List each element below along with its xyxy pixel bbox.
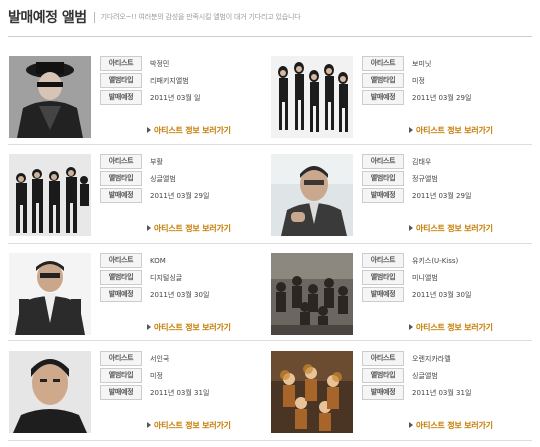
album-card: 아티스트 유키스(U-Kiss) 앨범타입 미니앨범 발매예정 2011년 03월 3… (271, 253, 533, 337)
artist-value: KOM (150, 256, 166, 265)
release-date-value: 2011년 03월 31일 (150, 388, 210, 397)
row-divider (8, 340, 532, 341)
artist-photo[interactable] (9, 351, 91, 433)
release-label: 발매예정 (100, 90, 142, 105)
album-card: 아티스트 서인국 앨범타입 미정 발매예정 2011년 03월 31일 아티스트 정보… (9, 351, 271, 435)
arrow-right-icon (409, 126, 413, 133)
artist-info-link[interactable]: 아티스트 정보 보러가기 (147, 420, 231, 431)
album-type-value: 미니앨범 (412, 273, 438, 282)
album-card: 아티스트 KOM 앨범타입 디지털싱글 발매예정 2011년 03월 30일 아티스트… (9, 253, 271, 337)
album-type-label: 앨범타입 (100, 73, 142, 88)
artist-photo[interactable] (271, 56, 353, 138)
artist-label: 아티스트 (100, 56, 142, 71)
artist-photo[interactable] (9, 253, 91, 335)
header-divider (8, 36, 532, 37)
release-label: 발매예정 (362, 385, 404, 400)
arrow-right-icon (409, 224, 413, 231)
artist-label: 아티스트 (362, 351, 404, 366)
release-date-value: 2011년 03월 29일 (412, 93, 472, 102)
album-type-value: 리패키지앨범 (150, 76, 189, 85)
album-fields: 아티스트 KOM 앨범타입 디지털싱글 발매예정 2011년 03월 30일 (100, 253, 209, 304)
artist-label: 아티스트 (362, 253, 404, 268)
arrow-right-icon (147, 323, 151, 330)
arrow-right-icon (147, 421, 151, 428)
artist-label: 아티스트 (100, 253, 142, 268)
album-type-value: 싱글앨범 (150, 174, 176, 183)
artist-info-link[interactable]: 아티스트 정보 보러가기 (409, 420, 493, 431)
album-type-value: 싱글앨범 (412, 371, 438, 380)
release-date-value: 2011년 03월 29일 (150, 191, 210, 200)
release-date-value: 2011년 03월 29일 (412, 191, 472, 200)
artist-value: 서인국 (150, 354, 170, 363)
artist-value: 박정민 (150, 59, 170, 68)
artist-info-link[interactable]: 아티스트 정보 보러가기 (409, 125, 493, 136)
artist-info-link[interactable]: 아티스트 정보 보러가기 (147, 125, 231, 136)
release-label: 발매예정 (362, 287, 404, 302)
row-divider (8, 440, 532, 441)
album-card: 아티스트 부활 앨범타입 싱글앨범 발매예정 2011년 03월 29일 아티스트 정… (9, 154, 271, 238)
album-card: 아티스트 김태우 앨범타입 정규앨범 발매예정 2011년 03월 29일 아티스트 … (271, 154, 533, 238)
album-fields: 아티스트 부활 앨범타입 싱글앨범 발매예정 2011년 03월 29일 (100, 154, 209, 205)
artist-photo[interactable] (271, 154, 353, 236)
artist-info-link[interactable]: 아티스트 정보 보러가기 (409, 322, 493, 333)
album-type-value: 정규앨범 (412, 174, 438, 183)
artist-label: 아티스트 (100, 154, 142, 169)
artist-value: 부활 (150, 157, 163, 166)
artist-photo[interactable] (271, 253, 353, 335)
album-type-label: 앨범타입 (100, 270, 142, 285)
album-card: 아티스트 오렌지카라멜 앨범타입 싱글앨범 발매예정 2011년 03월 31일 아티… (271, 351, 533, 435)
release-label: 발매예정 (362, 188, 404, 203)
arrow-right-icon (409, 323, 413, 330)
artist-photo[interactable] (9, 154, 91, 236)
arrow-right-icon (147, 126, 151, 133)
album-fields: 아티스트 보미닛 앨범타입 미정 발매예정 2011년 03월 29일 (362, 56, 471, 107)
release-label: 발매예정 (100, 287, 142, 302)
title-divider (93, 11, 95, 23)
release-date-value: 2011년 03월 31일 (412, 388, 472, 397)
release-date-value: 2011년 03월 일 (150, 93, 201, 102)
album-fields: 아티스트 오렌지카라멜 앨범타입 싱글앨범 발매예정 2011년 03월 31일 (362, 351, 471, 402)
artist-label: 아티스트 (100, 351, 142, 366)
artist-value: 오렌지카라멜 (412, 354, 451, 363)
album-type-label: 앨범타입 (362, 171, 404, 186)
arrow-right-icon (147, 224, 151, 231)
album-type-value: 디지털싱글 (150, 273, 183, 282)
artist-info-link[interactable]: 아티스트 정보 보러가기 (147, 223, 231, 234)
release-date-value: 2011년 03월 30일 (150, 290, 210, 299)
album-type-value: 미정 (150, 371, 163, 380)
section-header: 발매예정 앨범 기다려오~!! 여러분의 감성을 만족시킬 앨범이 대거 기다리… (8, 6, 301, 28)
album-type-label: 앨범타입 (362, 73, 404, 88)
release-label: 발매예정 (100, 385, 142, 400)
album-type-label: 앨범타입 (362, 368, 404, 383)
page-title: 발매예정 앨범 (8, 10, 87, 26)
row-divider (8, 144, 532, 145)
album-type-label: 앨범타입 (100, 171, 142, 186)
album-type-label: 앨범타입 (362, 270, 404, 285)
album-type-value: 미정 (412, 76, 425, 85)
page-subtitle: 기다려오~!! 여러분의 감성을 만족시킬 앨범이 대거 기다리고 있습니다 (100, 13, 301, 21)
artist-info-link[interactable]: 아티스트 정보 보러가기 (147, 322, 231, 333)
artist-info-link[interactable]: 아티스트 정보 보러가기 (409, 223, 493, 234)
artist-photo[interactable] (9, 56, 91, 138)
release-date-value: 2011년 03월 30일 (412, 290, 472, 299)
artist-label: 아티스트 (362, 56, 404, 71)
release-label: 발매예정 (362, 90, 404, 105)
album-fields: 아티스트 김태우 앨범타입 정규앨범 발매예정 2011년 03월 29일 (362, 154, 471, 205)
album-fields: 아티스트 박정민 앨범타입 리패키지앨범 발매예정 2011년 03월 일 (100, 56, 201, 107)
row-divider (8, 243, 532, 244)
album-card: 아티스트 보미닛 앨범타입 미정 발매예정 2011년 03월 29일 아티스트 정보… (271, 56, 533, 140)
release-label: 발매예정 (100, 188, 142, 203)
album-type-label: 앨범타입 (100, 368, 142, 383)
album-card: 아티스트 박정민 앨범타입 리패키지앨범 발매예정 2011년 03월 일 아티스트 … (9, 56, 271, 140)
artist-value: 보미닛 (412, 59, 432, 68)
arrow-right-icon (409, 421, 413, 428)
album-fields: 아티스트 유키스(U-Kiss) 앨범타입 미니앨범 발매예정 2011년 03월 3… (362, 253, 471, 304)
album-fields: 아티스트 서인국 앨범타입 미정 발매예정 2011년 03월 31일 (100, 351, 209, 402)
artist-value: 유키스(U-Kiss) (412, 256, 459, 265)
artist-label: 아티스트 (362, 154, 404, 169)
artist-photo[interactable] (271, 351, 353, 433)
artist-value: 김태우 (412, 157, 432, 166)
